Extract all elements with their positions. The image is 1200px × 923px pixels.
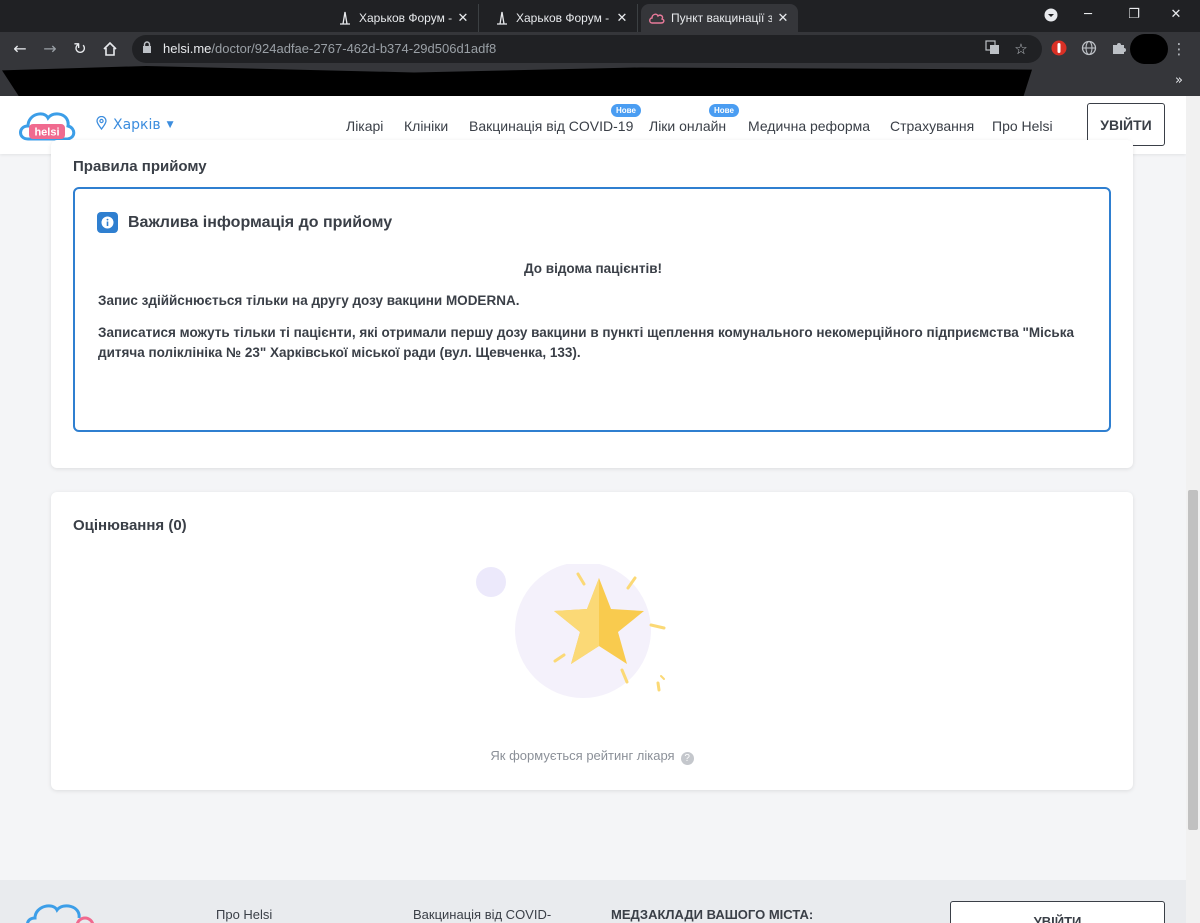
nav-link-clinics[interactable]: Клініки [404, 118, 448, 134]
bookmark-star-icon[interactable]: ☆ [1012, 40, 1030, 58]
close-window-icon[interactable]: ✕ [1164, 4, 1188, 26]
close-icon[interactable]: ✕ [456, 11, 470, 26]
rules-card: Правила прийому Важлива інформація до пр… [51, 140, 1133, 468]
footer-helsi-logo[interactable] [25, 900, 95, 923]
lock-icon [142, 41, 154, 55]
svg-text:helsi: helsi [34, 127, 59, 139]
notice-title: До відома пацієнтів! [523, 261, 662, 276]
tab-title: Харьков Форум - С [516, 11, 611, 25]
home-icon[interactable] [98, 38, 122, 60]
reload-icon[interactable]: ↻ [68, 38, 92, 60]
rules-card-title: Правила прийому [73, 158, 207, 175]
rating-card-title: Оцінювання (0) [73, 517, 187, 534]
rating-info-text: Як формується рейтинг лікаря [490, 748, 675, 763]
new-badge: Нове [611, 104, 641, 117]
maximize-icon[interactable]: ❐ [1122, 4, 1146, 26]
bookmarks-bar: » [0, 66, 1200, 102]
info-heading: Важлива інформація до прийому [97, 212, 392, 233]
browser-tab[interactable]: Харьков Форум - М ✕ [329, 4, 479, 32]
forward-icon[interactable]: → [38, 38, 62, 60]
more-menu-icon[interactable]: ⋮ [1170, 40, 1188, 58]
footer-login-button[interactable]: УВІЙТИ [950, 901, 1165, 923]
redacted-avatar [1130, 34, 1168, 64]
close-icon[interactable]: ✕ [615, 11, 629, 26]
empty-rating-illustration [471, 562, 681, 704]
browser-tab-bar: Харьков Форум - М ✕ Харьков Форум - С ✕ … [0, 0, 1200, 32]
nav-link-about[interactable]: Про Helsi [992, 118, 1053, 134]
forum-favicon-icon [337, 10, 353, 26]
close-icon[interactable]: ✕ [776, 11, 790, 26]
important-info-box: Важлива інформація до прийому До відома … [73, 187, 1111, 432]
forum-favicon-icon [494, 10, 510, 26]
scrollbar-thumb[interactable] [1188, 490, 1198, 830]
url-text: helsi.me/doctor/924adfae-2767-462d-b374-… [163, 41, 497, 56]
minimize-icon[interactable]: ─ [1076, 4, 1100, 26]
site-footer: Про Helsi Вакцинація від COVID- МЕДЗАКЛА… [0, 880, 1186, 923]
footer-clinics-heading: МЕДЗАКЛАДИ ВАШОГО МІСТА: [611, 907, 814, 922]
chevron-down-icon: ▼ [166, 120, 174, 130]
translate-icon[interactable] [983, 40, 1001, 58]
nav-link-insurance[interactable]: Страхування [890, 118, 974, 134]
notice-paragraph: Записатися можуть тільки ті пацієнти, як… [98, 325, 1074, 360]
browser-tab-active[interactable]: Пункт вакцинації з ✕ [641, 4, 798, 32]
rating-info-link[interactable]: Як формується рейтинг лікаря? [51, 748, 1133, 765]
address-bar[interactable]: helsi.me/doctor/924adfae-2767-462d-b374-… [132, 35, 1042, 63]
info-heading-text: Важлива інформація до прийому [128, 213, 393, 231]
back-icon[interactable]: ← [8, 38, 32, 60]
new-badge: Нове [709, 104, 739, 117]
info-body: До відома пацієнтів! Запис здіййснюється… [98, 259, 1088, 375]
extension-red-icon[interactable] [1050, 40, 1068, 58]
notice-paragraph: Запис здіййснюється тільки на другу дозу… [98, 293, 520, 308]
city-selector[interactable]: Харків ▼ [96, 115, 174, 134]
globe-icon[interactable] [1080, 40, 1098, 58]
nav-link-covid-vaccination[interactable]: Вакцинація від COVID-19 [469, 118, 633, 134]
bookmarks-overflow-icon[interactable]: » [1170, 72, 1188, 90]
footer-link-vaccination[interactable]: Вакцинація від COVID- [413, 907, 551, 922]
nav-link-medicine-online[interactable]: Ліки онлайн [649, 118, 726, 134]
city-name: Харків [113, 117, 161, 133]
question-icon[interactable]: ? [680, 752, 694, 765]
rating-card: Оцінювання (0) Як формується рейтинг лік… [51, 492, 1133, 790]
location-pin-icon [96, 115, 107, 134]
profile-menu-icon[interactable] [1039, 4, 1063, 26]
footer-link-about[interactable]: Про Helsi [216, 907, 272, 922]
nav-link-medical-reform[interactable]: Медична реформа [748, 118, 870, 134]
helsi-logo[interactable]: helsi [18, 106, 76, 144]
info-icon [97, 212, 118, 233]
extensions-puzzle-icon[interactable] [1110, 40, 1128, 58]
helsi-favicon-icon [649, 10, 665, 26]
tab-title: Пункт вакцинації з [671, 11, 772, 25]
browser-toolbar: ← → ↻ helsi.me/doctor/924adfae-2767-462d… [0, 32, 1200, 66]
nav-link-doctors[interactable]: Лікарі [346, 118, 383, 134]
tab-title: Харьков Форум - М [359, 11, 452, 25]
browser-tab[interactable]: Харьков Форум - С ✕ [486, 4, 638, 32]
